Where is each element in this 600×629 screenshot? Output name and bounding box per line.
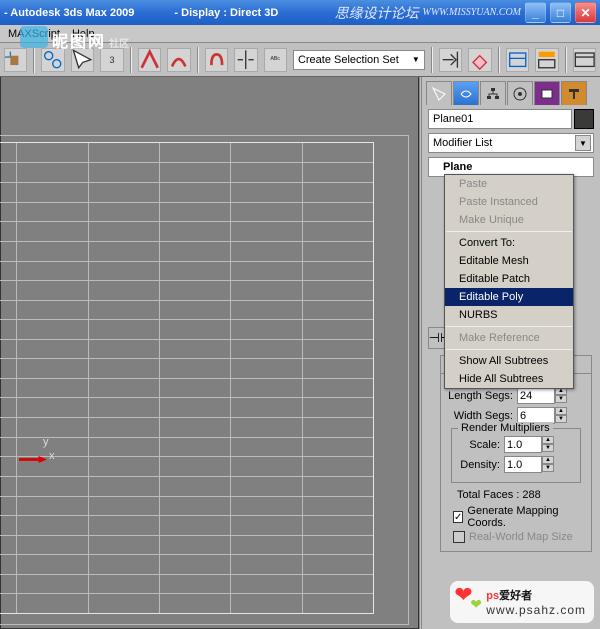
- mirror-button[interactable]: [234, 48, 257, 72]
- cm-editable-patch[interactable]: Editable Patch: [445, 270, 573, 288]
- snap-percent-button[interactable]: [167, 48, 190, 72]
- object-color-swatch[interactable]: [574, 109, 594, 129]
- menu-maxscript[interactable]: MAXScript: [2, 27, 66, 41]
- undo-button[interactable]: [4, 48, 27, 72]
- gizmo-y-label: y: [43, 436, 49, 448]
- gen-mapping-row[interactable]: ✓ Generate Mapping Coords.: [453, 505, 579, 529]
- render-multipliers-label: Render Multipliers: [458, 422, 553, 434]
- length-segs-input[interactable]: [517, 387, 555, 404]
- curve-editor-button[interactable]: [573, 48, 596, 72]
- eraser-button[interactable]: [468, 48, 491, 72]
- spin-down-icon[interactable]: ▼: [542, 464, 554, 472]
- spin-up-icon[interactable]: ▲: [542, 456, 554, 464]
- length-segs-spinner[interactable]: ▲▼: [517, 387, 573, 404]
- tab-motion[interactable]: [507, 81, 533, 105]
- context-menu: Paste Paste Instanced Make Unique Conver…: [444, 174, 574, 389]
- menu-help[interactable]: Help: [66, 27, 101, 41]
- viewport-area[interactable]: x y: [0, 77, 419, 629]
- cm-convert-to[interactable]: Convert To:: [445, 234, 573, 252]
- cm-nurbs[interactable]: NURBS: [445, 306, 573, 324]
- density-spinner[interactable]: ▲▼: [504, 456, 560, 473]
- real-world-label: Real-World Map Size: [469, 531, 573, 543]
- link-button[interactable]: [41, 48, 64, 72]
- forum-url: WWW.MISSYUAN.COM: [422, 7, 521, 18]
- density-input[interactable]: [504, 456, 542, 473]
- titlebar-right: 思缘设计论坛 WWW.MISSYUAN.COM _ □ ✕: [334, 2, 596, 23]
- main-toolbar: 3 ᴬᴮᶜ Create Selection Set ▼: [0, 43, 600, 77]
- cm-paste: Paste: [445, 175, 573, 193]
- modifier-list-label: Modifier List: [433, 137, 492, 149]
- command-tabs: [422, 79, 600, 105]
- align-button[interactable]: [439, 48, 462, 72]
- select-object-button[interactable]: [71, 48, 94, 72]
- scale-input[interactable]: [504, 436, 542, 453]
- close-button[interactable]: ✕: [575, 2, 596, 23]
- length-segs-label: Length Segs:: [447, 390, 517, 402]
- watermark-line1: ps爱好者: [486, 585, 586, 604]
- site-watermark: ❤ ps爱好者 www.psahz.com: [450, 581, 594, 623]
- cm-make-reference: Make Reference: [445, 329, 573, 347]
- cm-show-all-subtrees[interactable]: Show All Subtrees: [445, 352, 573, 370]
- cm-make-unique: Make Unique: [445, 211, 573, 229]
- modifier-list-combo[interactable]: Modifier List ▼: [428, 133, 594, 153]
- selection-set-label: Create Selection Set: [298, 54, 399, 66]
- spin-down-icon[interactable]: ▼: [555, 395, 567, 403]
- checkbox-checked-icon[interactable]: ✓: [453, 511, 463, 523]
- window-titlebar: - Autodesk 3ds Max 2009 - Display : Dire…: [0, 0, 600, 25]
- stack-item-plane[interactable]: Plane: [443, 161, 472, 173]
- density-label: Density:: [456, 459, 504, 471]
- maximize-button[interactable]: □: [550, 2, 571, 23]
- chevron-down-icon: ▼: [575, 135, 591, 151]
- snap-angle-button[interactable]: [138, 48, 161, 72]
- spin-down-icon[interactable]: ▼: [555, 415, 567, 423]
- minimize-button[interactable]: _: [525, 2, 546, 23]
- tab-hierarchy[interactable]: [480, 81, 506, 105]
- cm-editable-mesh[interactable]: Editable Mesh: [445, 252, 573, 270]
- spin-up-icon[interactable]: ▲: [542, 436, 554, 444]
- display-mode: - Display : Direct 3D: [174, 7, 278, 19]
- selection-set-combo[interactable]: Create Selection Set ▼: [293, 50, 425, 70]
- menubar: MAXScript Help: [0, 25, 600, 43]
- forum-name: 思缘设计论坛: [334, 3, 418, 23]
- object-name-input[interactable]: Plane01: [428, 109, 572, 129]
- total-faces-label: Total Faces : 288: [447, 487, 585, 503]
- scale-spinner[interactable]: ▲▼: [504, 436, 560, 453]
- snap-toggle-button[interactable]: [205, 48, 228, 72]
- titlebar-text: - Autodesk 3ds Max 2009 - Display : Dire…: [4, 7, 334, 19]
- gizmo-x-label: x: [49, 450, 55, 462]
- scale-label: Scale:: [456, 439, 504, 451]
- real-world-row: Real-World Map Size: [453, 531, 579, 543]
- cm-paste-instanced: Paste Instanced: [445, 193, 573, 211]
- heart-icon: ❤: [454, 583, 472, 607]
- spin-down-icon[interactable]: ▼: [542, 444, 554, 452]
- tab-create[interactable]: [426, 81, 452, 105]
- plane-object[interactable]: [0, 142, 374, 614]
- tab-utilities[interactable]: [561, 81, 587, 105]
- spin-up-icon[interactable]: ▲: [555, 407, 567, 415]
- watermark-line2: www.psahz.com: [486, 604, 586, 617]
- cm-editable-poly[interactable]: Editable Poly: [445, 288, 573, 306]
- checkbox-disabled-icon: [453, 531, 465, 543]
- tab-modify[interactable]: [453, 81, 479, 105]
- layer-button[interactable]: [506, 48, 529, 72]
- app-name: - Autodesk 3ds Max 2009: [4, 7, 134, 19]
- abc-button[interactable]: ᴬᴮᶜ: [264, 48, 287, 72]
- chevron-down-icon: ▼: [412, 55, 420, 64]
- select-button-2[interactable]: 3: [100, 48, 123, 72]
- gen-mapping-label: Generate Mapping Coords.: [467, 505, 579, 529]
- active-viewport[interactable]: [0, 135, 409, 625]
- width-segs-label: Width Segs:: [447, 410, 517, 422]
- cm-hide-all-subtrees[interactable]: Hide All Subtrees: [445, 370, 573, 388]
- layer-button-2[interactable]: [535, 48, 558, 72]
- tab-display[interactable]: [534, 81, 560, 105]
